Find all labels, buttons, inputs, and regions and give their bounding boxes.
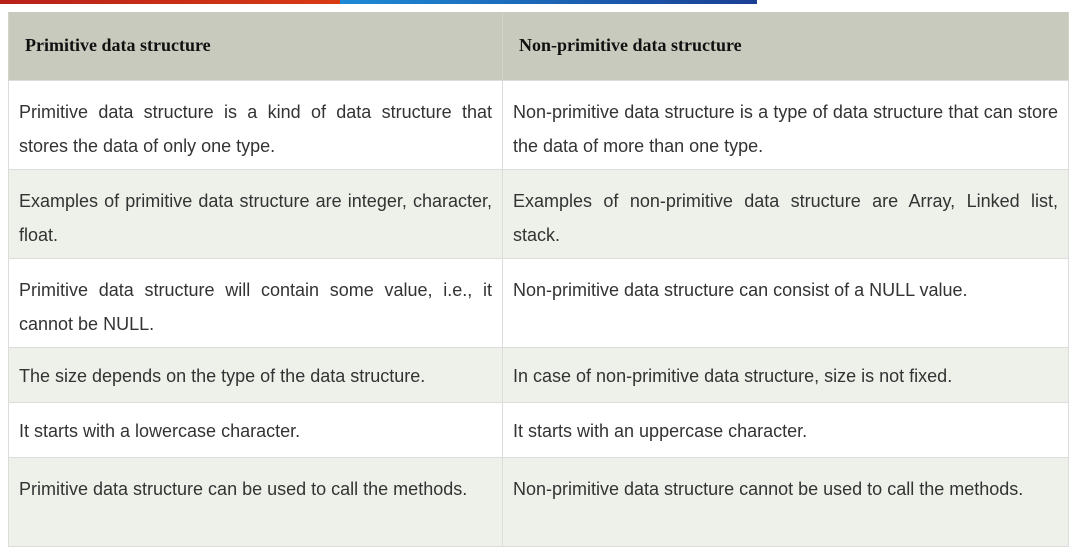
table-cell: Non-primitive data structure is a type o… xyxy=(502,79,1069,170)
table-row: Primitive data structure is a kind of da… xyxy=(8,79,1069,170)
table-row: It starts with a lowercase character. It… xyxy=(8,401,1069,458)
table-cell: Non-primitive data structure cannot be u… xyxy=(502,456,1069,547)
header-primitive: Primitive data structure xyxy=(8,12,503,80)
top-accent-stripe xyxy=(0,0,757,4)
table-cell: It starts with a lowercase character. xyxy=(8,401,503,458)
table-row: Examples of primitive data structure are… xyxy=(8,168,1069,259)
table-row: Primitive data structure can be used to … xyxy=(8,456,1069,547)
table-cell: Examples of primitive data structure are… xyxy=(8,168,503,259)
table-cell: The size depends on the type of the data… xyxy=(8,346,503,403)
table-cell: Non-primitive data structure can consist… xyxy=(502,257,1069,348)
table-row: Primitive data structure will contain so… xyxy=(8,257,1069,348)
table-cell: Primitive data structure is a kind of da… xyxy=(8,79,503,170)
stripe-red-segment xyxy=(0,0,340,4)
table-cell: Examples of non-primitive data structure… xyxy=(502,168,1069,259)
table-cell: Primitive data structure can be used to … xyxy=(8,456,503,547)
comparison-table: Primitive data structure Non-primitive d… xyxy=(8,12,1069,547)
stripe-blue-segment xyxy=(340,0,757,4)
table-header-row: Primitive data structure Non-primitive d… xyxy=(8,12,1069,80)
table-cell: It starts with an uppercase character. xyxy=(502,401,1069,458)
table-cell: Primitive data structure will contain so… xyxy=(8,257,503,348)
table-cell: In case of non-primitive data structure,… xyxy=(502,346,1069,403)
table-row: The size depends on the type of the data… xyxy=(8,346,1069,403)
header-non-primitive: Non-primitive data structure xyxy=(502,12,1069,80)
